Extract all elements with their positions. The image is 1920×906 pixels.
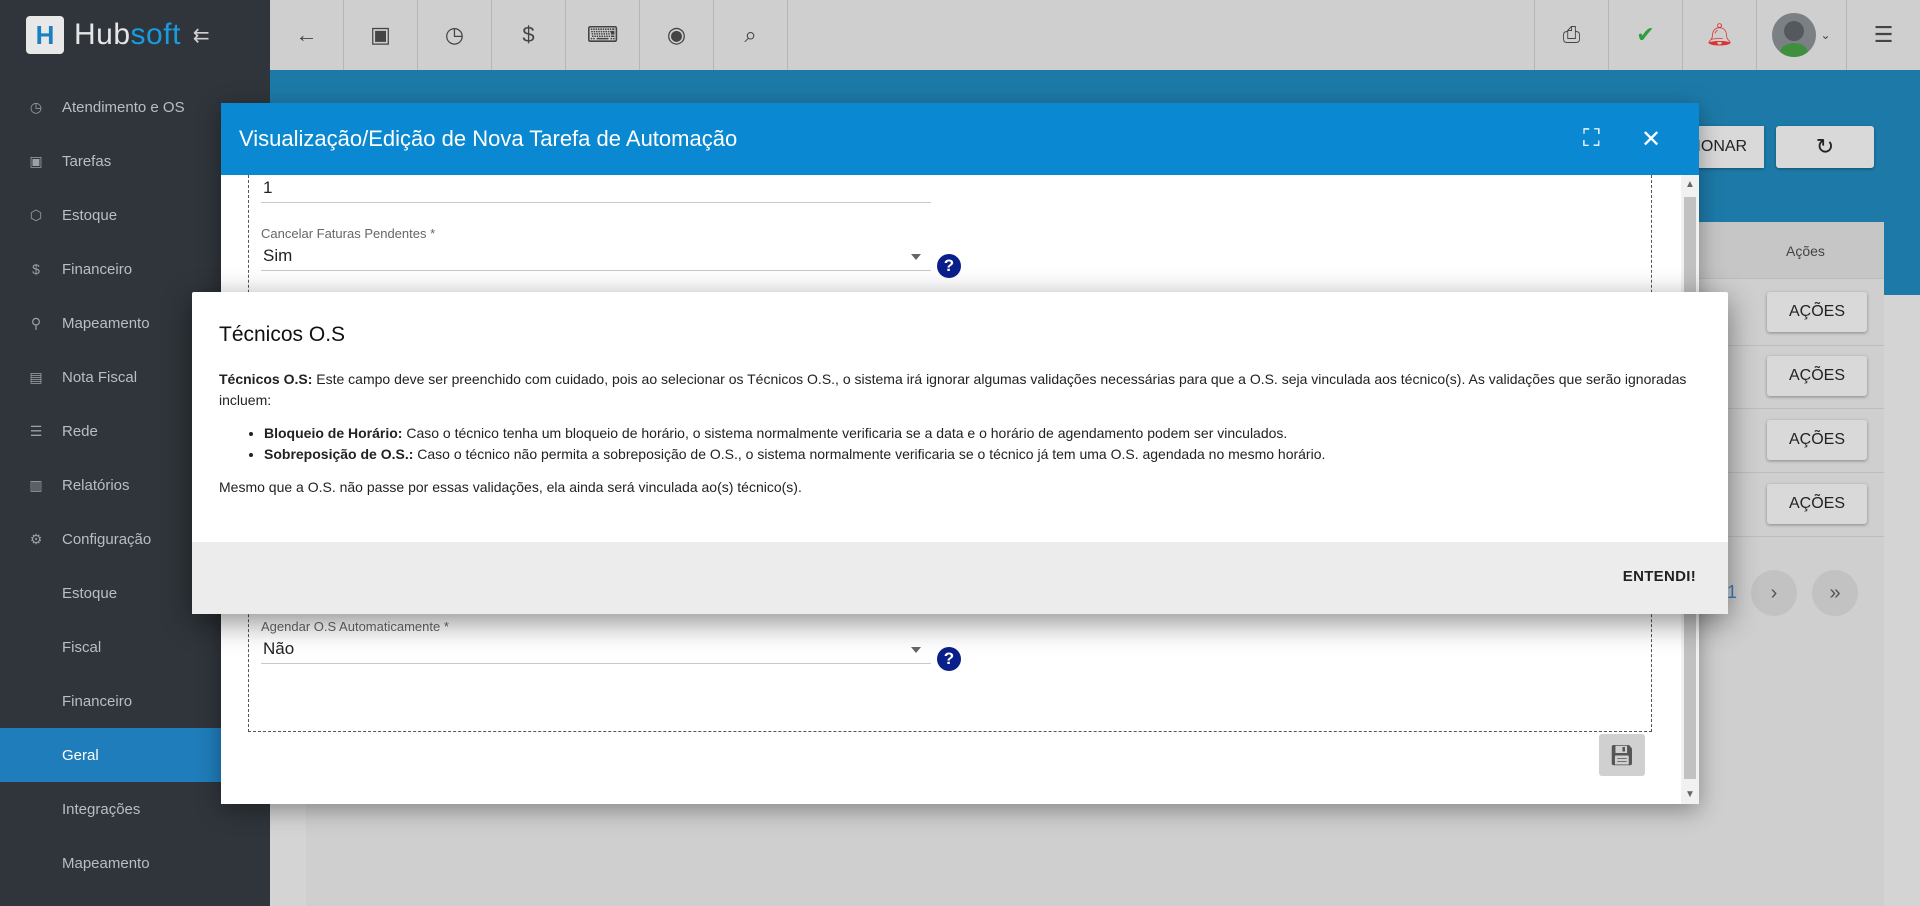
list-item: Bloqueio de Horário: Caso o técnico tenh… [264,423,1689,444]
close-icon[interactable]: ✕ [1641,125,1661,154]
dialog-body: Técnicos O.S: Este campo deve ser preenc… [219,369,1689,498]
cancelar-faturas-select[interactable]: Cancelar Faturas Pendentes * Sim [261,226,931,271]
dialog-bullet-list: Bloqueio de Horário: Caso o técnico tenh… [264,423,1689,465]
search-icon[interactable]: ⌕ [714,0,788,70]
scroll-up-icon[interactable]: ▲ [1685,179,1695,190]
document-icon: ▤ [29,368,43,385]
help-icon[interactable]: ? [937,254,961,278]
box-icon: ⬡ [29,206,43,223]
dropdown-caret-icon [911,647,921,653]
pdf-file-icon[interactable]: ⎙ [1534,0,1608,70]
acoes-button-3[interactable]: AÇÕES [1767,420,1867,460]
save-icon[interactable]: 💾︎ [1599,734,1645,776]
scroll-down-icon[interactable]: ▼ [1685,789,1695,800]
dialog-intro: Técnicos O.S: Este campo deve ser preenc… [219,371,1687,408]
help-icon[interactable]: ? [937,647,961,671]
hubsoft-logo-icon: H [26,16,64,54]
clock-calendar-icon: ◷ [29,98,43,115]
chevron-down-icon: ⌄ [1820,28,1831,42]
entendi-button[interactable]: ENTENDI! [1623,568,1696,585]
collapse-sidebar-icon[interactable]: ⇇ [193,23,210,48]
back-arrow-icon[interactable]: ← [270,0,344,70]
sidebar-subitem-mapeamento[interactable]: Mapeamento [0,836,270,890]
agendar-os-label: Agendar O.S Automaticamente * [261,619,449,634]
modal-title: Visualização/Edição de Nova Tarefa de Au… [239,126,738,151]
dialog-footer: ENTENDI! [192,542,1728,614]
terminal-icon[interactable]: ⌨ [566,0,640,70]
brand-name: Hubsoft [74,18,181,51]
next-page-icon[interactable]: › [1751,570,1797,616]
top-toolbar: ← ▣ ◷ $ ⌨ ◉ ⌕ ⎙ ✔ 🔔︎ ⌄ ☰ [270,0,1920,70]
dropdown-caret-icon [911,254,921,260]
toolbar-right: ⎙ ✔ 🔔︎ ⌄ ☰ [1534,0,1920,70]
acoes-button-4[interactable]: AÇÕES [1767,484,1867,524]
dollar-icon: $ [32,261,40,277]
fullscreen-icon[interactable]: ⛶ [1583,125,1600,153]
menu-list-icon[interactable]: ☰ [1846,0,1920,70]
modal-header: Visualização/Edição de Nova Tarefa de Au… [221,103,1699,175]
cancelar-faturas-value[interactable]: Sim [261,241,931,271]
cancelar-faturas-label: Cancelar Faturas Pendentes * [261,226,436,241]
eye-icon[interactable]: ◉ [640,0,714,70]
acoes-button-2[interactable]: AÇÕES [1767,356,1867,396]
map-pin-icon: ⚲ [30,314,42,331]
calendar-clock-icon[interactable]: ◷ [418,0,492,70]
logo-bar: H Hubsoft ⇇ [0,0,270,70]
numeric-field[interactable]: 1 [261,175,931,203]
gear-icon: ⚙ [29,530,43,547]
user-menu[interactable]: ⌄ [1756,0,1846,70]
column-header-acoes: Ações [1786,243,1825,259]
pagination-current-page[interactable]: 1 [1727,582,1737,603]
dollar-box-icon[interactable]: $ [492,0,566,70]
tecnicos-os-help-dialog: Técnicos O.S Técnicos O.S: Este campo de… [192,292,1728,614]
list-item: Sobreposição de O.S.: Caso o técnico não… [264,444,1689,465]
agendar-os-select[interactable]: Agendar O.S Automaticamente * Não [261,619,931,664]
last-page-icon[interactable]: » [1812,570,1858,616]
checked-message-icon[interactable]: ✔ [1608,0,1682,70]
dialog-closing: Mesmo que a O.S. não passe por essas val… [219,479,802,495]
dialog-title: Técnicos O.S [219,323,346,346]
contact-card-icon[interactable]: ▣ [344,0,418,70]
refresh-icon[interactable]: ↻ [1776,126,1874,168]
server-icon: ☰ [29,422,43,439]
acoes-button-1[interactable]: AÇÕES [1767,292,1867,332]
briefcase-icon: ▣ [29,152,43,169]
numeric-field-value[interactable]: 1 [261,175,931,203]
agendar-os-value[interactable]: Não [261,634,931,664]
report-icon: ▥ [29,476,43,493]
avatar [1772,13,1817,57]
alarm-bell-icon[interactable]: 🔔︎ [1682,0,1756,70]
